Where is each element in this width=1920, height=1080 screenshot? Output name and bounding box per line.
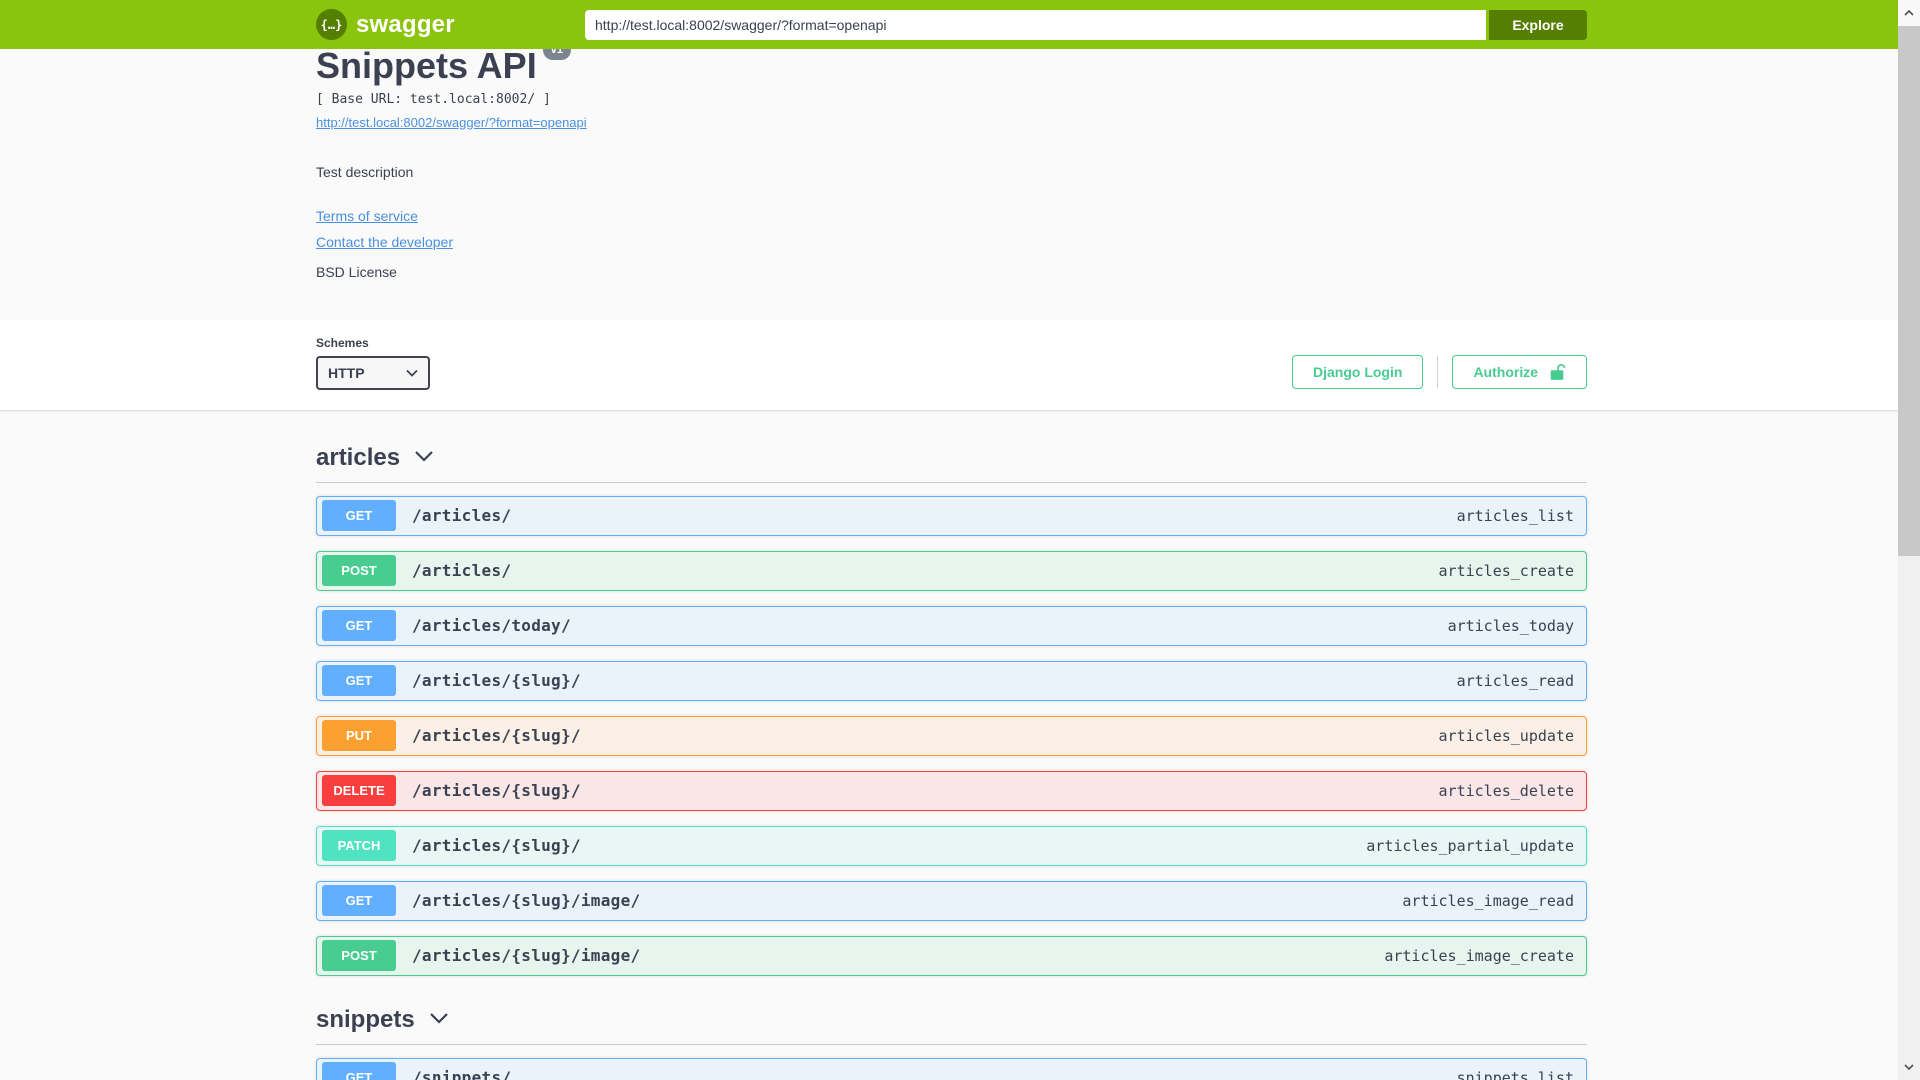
scheme-container: Schemes HTTP Django Login Authorize bbox=[0, 319, 1920, 410]
operation-id: articles_update bbox=[1438, 726, 1574, 745]
method-badge: POST bbox=[322, 555, 396, 587]
operation-path: /articles/{slug}/ bbox=[412, 671, 581, 691]
scrollbar bbox=[1898, 0, 1920, 1080]
operation-path: /articles/{slug}/image/ bbox=[412, 891, 641, 911]
method-badge: GET bbox=[322, 885, 396, 917]
schemes-label: Schemes bbox=[316, 335, 369, 350]
operation-path: /articles/ bbox=[412, 506, 512, 526]
operation-row-articles_list[interactable]: GET/articles/articles_list bbox=[316, 495, 1587, 536]
operation-path: /articles/{slug}/image/ bbox=[412, 946, 641, 966]
chevron-down-icon bbox=[406, 369, 418, 377]
page-title: Snippets API bbox=[316, 45, 537, 86]
operation-list: GET/articles/articles_list POST/articles/… bbox=[316, 483, 1587, 976]
section-header-snippets[interactable]: snippets bbox=[316, 1000, 1587, 1045]
unlocked-padlock-icon bbox=[1550, 363, 1566, 380]
spec-url-input[interactable] bbox=[585, 9, 1486, 40]
operation-path: /articles/today/ bbox=[412, 616, 571, 636]
operation-row-articles_read[interactable]: GET/articles/{slug}/ articles_read bbox=[316, 660, 1587, 701]
operation-list: GET/snippets/snippets_list bbox=[316, 1045, 1587, 1080]
download-url-wrapper: Explore bbox=[585, 9, 1587, 40]
operation-path: /articles/ bbox=[412, 561, 512, 581]
scrollbar-up-arrow[interactable] bbox=[1898, 0, 1920, 26]
swagger-logo-icon: {…} bbox=[316, 9, 347, 40]
method-badge: PATCH bbox=[322, 830, 396, 862]
api-section-snippets: snippets GET/snippets/snippets_list bbox=[316, 1000, 1587, 1080]
chevron-down-icon bbox=[414, 449, 434, 467]
auth-wrapper: Django Login Authorize bbox=[1292, 354, 1587, 389]
scheme-select[interactable]: HTTP bbox=[316, 355, 430, 390]
operation-id: articles_create bbox=[1438, 561, 1574, 580]
brand-name: swagger bbox=[356, 10, 455, 38]
method-badge: GET bbox=[322, 1062, 396, 1080]
operation-id: snippets_list bbox=[1456, 1068, 1574, 1080]
operation-id: articles_list bbox=[1456, 506, 1574, 525]
operation-id: articles_today bbox=[1447, 616, 1574, 635]
swagger-logo-link[interactable]: {…} swagger bbox=[316, 9, 455, 40]
method-badge: PUT bbox=[322, 720, 396, 752]
topbar: {…} swagger Explore bbox=[0, 0, 1920, 49]
auth-separator bbox=[1437, 355, 1439, 388]
scheme-selected-value: HTTP bbox=[328, 364, 365, 381]
operation-row-articles_delete[interactable]: DELETE/articles/{slug}/ articles_delete bbox=[316, 770, 1587, 811]
operation-id: articles_image_create bbox=[1384, 946, 1574, 965]
license-text: BSD License bbox=[316, 263, 397, 280]
operation-path: /articles/{slug}/ bbox=[412, 781, 581, 801]
operation-row-articles_partial_update[interactable]: PATCH/articles/{slug}/ articles_partial_u… bbox=[316, 825, 1587, 866]
operation-row-articles_today[interactable]: GET/articles/today/articles_today bbox=[316, 605, 1587, 646]
operation-id: articles_delete bbox=[1438, 781, 1574, 800]
base-url: [ Base URL: test.local:8002/ ] bbox=[316, 91, 551, 107]
method-badge: DELETE bbox=[322, 775, 396, 807]
operation-row-articles_image_read[interactable]: GET/articles/{slug}/image/articles_image… bbox=[316, 880, 1587, 921]
operation-path: /snippets/ bbox=[412, 1068, 512, 1080]
operation-id: articles_partial_update bbox=[1366, 836, 1574, 855]
section-title: snippets bbox=[316, 1005, 415, 1033]
operation-path: /articles/{slug}/ bbox=[412, 836, 581, 856]
method-badge: GET bbox=[322, 610, 396, 642]
operations: articles GET/articles/articles_list POST/a… bbox=[316, 438, 1587, 1080]
section-title: articles bbox=[316, 443, 401, 471]
explore-button[interactable]: Explore bbox=[1489, 9, 1587, 40]
method-badge: GET bbox=[322, 665, 396, 697]
contact-developer-link[interactable]: Contact the developer bbox=[316, 234, 453, 250]
section-header-articles[interactable]: articles bbox=[316, 438, 1587, 483]
authorize-label: Authorize bbox=[1473, 363, 1538, 380]
api-info: Snippets API v1 [ Base URL: test.local:80… bbox=[316, 40, 1587, 280]
chevron-down-icon bbox=[429, 1011, 449, 1029]
authorize-button[interactable]: Authorize bbox=[1452, 354, 1587, 389]
django-login-label: Django Login bbox=[1313, 363, 1403, 380]
operation-row-articles_create[interactable]: POST/articles/articles_create bbox=[316, 550, 1587, 591]
schemes-group: Schemes HTTP bbox=[316, 336, 430, 390]
operation-path: /articles/{slug}/ bbox=[412, 726, 581, 746]
operation-id: articles_image_read bbox=[1402, 891, 1574, 910]
operation-row-articles_update[interactable]: PUT/articles/{slug}/ articles_update bbox=[316, 715, 1587, 756]
operation-id: articles_read bbox=[1456, 671, 1574, 690]
api-description: Test description bbox=[316, 163, 414, 180]
terms-of-service-link[interactable]: Terms of service bbox=[316, 208, 418, 224]
method-badge: POST bbox=[322, 940, 396, 972]
operation-row-articles_image_create[interactable]: POST/articles/{slug}/image/articles_imag… bbox=[316, 935, 1587, 976]
api-section-articles: articles GET/articles/articles_list POST/a… bbox=[316, 438, 1587, 976]
spec-link[interactable]: http://test.local:8002/swagger/?format=o… bbox=[316, 115, 587, 130]
scrollbar-down-arrow[interactable] bbox=[1898, 1054, 1920, 1080]
method-badge: GET bbox=[322, 500, 396, 532]
operation-row-snippets_list[interactable]: GET/snippets/snippets_list bbox=[316, 1057, 1587, 1080]
django-login-button[interactable]: Django Login bbox=[1292, 354, 1424, 389]
scrollbar-thumb[interactable] bbox=[1898, 26, 1920, 556]
